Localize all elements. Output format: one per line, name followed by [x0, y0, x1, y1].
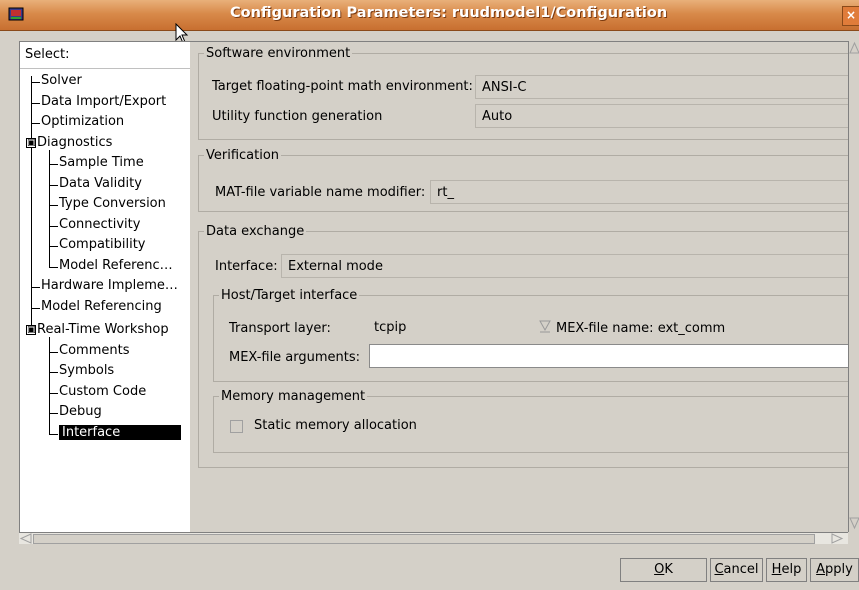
- scroll-up-icon[interactable]: [849, 41, 859, 55]
- tree-item-symbols[interactable]: Symbols: [59, 363, 114, 378]
- cancel-button[interactable]: Cancel: [710, 558, 763, 582]
- transport-layer-dropdown[interactable]: tcpip: [369, 316, 553, 340]
- tree-connector: [49, 393, 58, 394]
- apply-label: pply: [825, 562, 853, 577]
- static-memory-label: Static memory allocation: [254, 418, 417, 433]
- apply-button[interactable]: Apply: [810, 558, 859, 582]
- vertical-scrollbar[interactable]: [848, 41, 859, 532]
- tree-connector: [31, 308, 40, 309]
- tree-item-data-import-export[interactable]: Data Import/Export: [41, 94, 166, 109]
- mex-file-arguments-input[interactable]: [369, 344, 848, 368]
- interface-label: Interface:: [215, 259, 278, 274]
- tree-connector: [49, 164, 58, 165]
- tree-connector: [49, 226, 58, 227]
- tree-item-debug[interactable]: Debug: [59, 404, 102, 419]
- tree-item-hardware-implementation[interactable]: Hardware Impleme…: [41, 278, 178, 293]
- mat-file-label: MAT-file variable name modifier:: [215, 185, 426, 200]
- utility-function-value[interactable]: Auto: [475, 104, 848, 128]
- collapse-icon[interactable]: ▣: [26, 325, 36, 335]
- settings-panel: Software environment Target floating-poi…: [190, 41, 848, 533]
- interface-value[interactable]: External mode: [281, 254, 848, 278]
- tree-connector: [49, 267, 58, 268]
- tree-item-compatibility[interactable]: Compatibility: [59, 237, 146, 252]
- tree-connector: [49, 246, 58, 247]
- mex-file-name-label: MEX-file name: ext_comm: [556, 321, 726, 336]
- cancel-label: ancel: [723, 562, 759, 577]
- tree-item-optimization[interactable]: Optimization: [41, 114, 124, 129]
- target-math-label: Target floating-point math environment:: [212, 79, 473, 94]
- collapse-icon[interactable]: ▣: [26, 138, 36, 148]
- app-icon[interactable]: [8, 6, 24, 22]
- tree-connector: [31, 287, 40, 288]
- tree-divider: [20, 68, 190, 69]
- group-legend: Software environment: [206, 46, 351, 61]
- ok-mnemonic: O: [654, 562, 665, 577]
- tree-connector: [49, 372, 58, 373]
- group-legend: Memory management: [221, 389, 366, 404]
- help-button[interactable]: Help: [766, 558, 807, 582]
- transport-layer-value: tcpip: [374, 320, 407, 335]
- tree-item-model-referencing[interactable]: Model Referencing: [41, 299, 162, 314]
- tree-connector: [49, 205, 58, 206]
- group-legend: Data exchange: [206, 224, 305, 239]
- scroll-down-icon[interactable]: [849, 516, 859, 530]
- utility-function-label: Utility function generation: [212, 109, 383, 124]
- scroll-left-icon[interactable]: [19, 533, 33, 544]
- group-legend: Host/Target interface: [221, 288, 358, 303]
- select-label: Select:: [25, 47, 70, 62]
- transport-layer-label: Transport layer:: [229, 321, 331, 336]
- scroll-thumb[interactable]: [33, 534, 815, 544]
- group-legend: Verification: [206, 148, 280, 163]
- close-icon[interactable]: ×: [842, 6, 859, 26]
- tree-connector: [49, 413, 58, 414]
- tree-connector: [31, 123, 40, 124]
- tree-item-connectivity[interactable]: Connectivity: [59, 217, 140, 232]
- tree-connector: [31, 76, 32, 330]
- tree-item-custom-code[interactable]: Custom Code: [59, 384, 146, 399]
- scroll-right-icon[interactable]: [830, 533, 844, 544]
- target-math-value[interactable]: ANSI-C: [475, 75, 848, 99]
- tree-connector: [49, 352, 58, 353]
- tree-connector: [49, 150, 50, 268]
- help-mnemonic: H: [771, 562, 782, 577]
- tree-connector: [49, 185, 58, 186]
- horizontal-scrollbar[interactable]: [19, 532, 848, 544]
- tree-connector: [31, 82, 40, 83]
- help-label: elp: [781, 562, 802, 577]
- window-title: Configuration Parameters: ruudmodel1/Con…: [230, 5, 668, 21]
- tree-item-solver[interactable]: Solver: [41, 73, 82, 88]
- tree-item-sample-time[interactable]: Sample Time: [59, 155, 144, 170]
- tree-item-comments[interactable]: Comments: [59, 343, 129, 358]
- tree-item-model-referencing-diag[interactable]: Model Referenc…: [59, 258, 173, 273]
- ok-label: K: [664, 562, 673, 577]
- tree-connector: [31, 103, 40, 104]
- title-bar[interactable]: Configuration Parameters: ruudmodel1/Con…: [0, 0, 859, 31]
- cancel-mnemonic: C: [714, 562, 724, 577]
- category-tree[interactable]: Select: Solver Data Import/Export Optimi…: [19, 41, 191, 534]
- tree-item-type-conversion[interactable]: Type Conversion: [59, 196, 166, 211]
- apply-mnemonic: A: [816, 562, 826, 577]
- tree-connector: [49, 434, 58, 435]
- static-memory-checkbox[interactable]: [230, 420, 243, 433]
- tree-item-interface[interactable]: Interface: [59, 425, 181, 440]
- tree-item-diagnostics[interactable]: Diagnostics: [37, 135, 112, 150]
- chevron-down-icon[interactable]: [537, 318, 553, 336]
- tree-item-data-validity[interactable]: Data Validity: [59, 176, 142, 191]
- tree-item-real-time-workshop[interactable]: Real-Time Workshop: [37, 322, 169, 337]
- mat-file-value[interactable]: rt_: [430, 180, 848, 204]
- ok-button[interactable]: OK: [620, 558, 707, 582]
- mex-file-arguments-label: MEX-file arguments:: [229, 350, 361, 365]
